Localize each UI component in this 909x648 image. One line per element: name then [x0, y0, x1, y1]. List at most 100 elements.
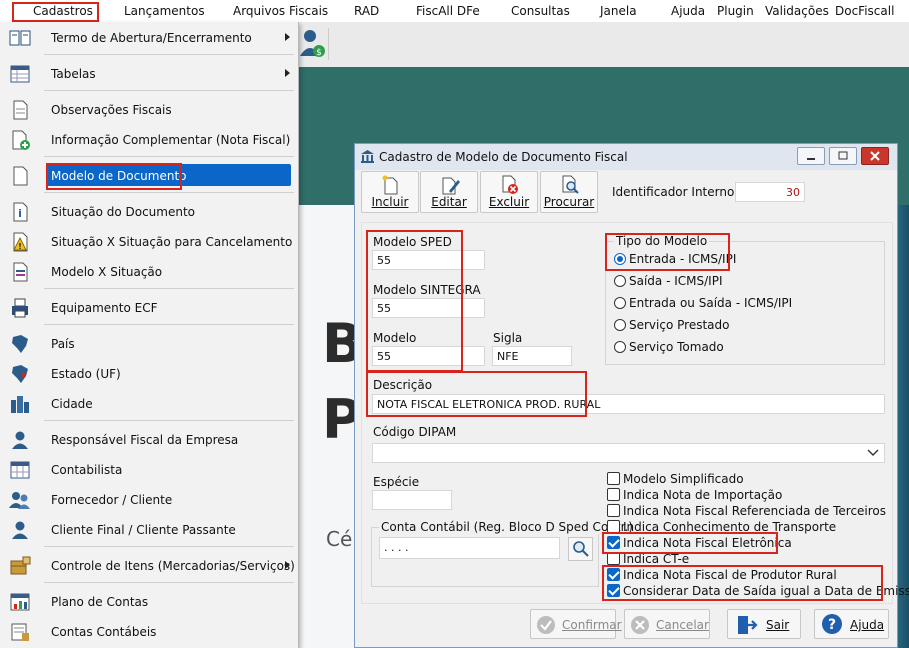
annotation-box-produtor-rural [602, 565, 883, 601]
toolbar-button-user[interactable]: $ [298, 28, 329, 60]
menu-item-contas-contabeis[interactable]: Contas Contábeis [0, 618, 298, 646]
sair-label: Sair [766, 618, 790, 632]
dipam-label: Código DIPAM [373, 425, 457, 439]
menu-item-label: Fornecedor / Cliente [51, 493, 173, 507]
identificador-input[interactable]: 30 [735, 182, 805, 202]
menu-item-estado[interactable]: Estado (UF) [0, 360, 298, 388]
menu-docfiscall[interactable]: DocFiscall [835, 4, 894, 18]
menu-fiscall-dfe[interactable]: FiscAll DFe [416, 4, 480, 18]
menu-item-termo-abertura[interactable]: Termo de Abertura/Encerramento [0, 24, 298, 52]
spreadsheet-icon [10, 461, 30, 479]
menu-item-situacao-cancelamento[interactable]: ! Situação X Situação para Cancelamento [0, 228, 298, 256]
cancelar-button[interactable]: Cancelar [624, 609, 710, 639]
menu-item-label: Situação X Situação para Cancelamento [51, 235, 293, 249]
checkbox[interactable] [607, 488, 620, 501]
cancel-circle-icon [631, 616, 649, 634]
document-icon [13, 100, 28, 120]
box-icon [10, 556, 31, 575]
city-icon [11, 396, 29, 413]
menu-item-label: Contabilista [51, 463, 123, 477]
minimize-button[interactable] [797, 147, 825, 165]
checkbox[interactable] [607, 504, 620, 517]
menu-item-informacao-complementar[interactable]: Informação Complementar (Nota Fiscal) [0, 126, 298, 154]
chevron-down-icon[interactable] [867, 449, 879, 457]
menu-item-label: Cliente Final / Cliente Passante [51, 523, 236, 537]
sair-button[interactable]: Sair [727, 609, 801, 639]
confirmar-label: Confirmar [562, 618, 622, 632]
procurar-label: Procurar [543, 195, 595, 209]
menu-item-situacao-documento[interactable]: i Situação do Documento [0, 198, 298, 226]
document-list-icon [13, 262, 28, 282]
submenu-arrow-icon [285, 69, 290, 77]
menu-item-modelo-x-situacao[interactable]: Modelo X Situação [0, 258, 298, 286]
svg-text:!: ! [18, 242, 22, 251]
confirmar-button[interactable]: Confirmar [530, 609, 622, 639]
incluir-label: Incluir [371, 195, 409, 209]
menubar: Cadastros Lançamentos Arquivos Fiscais R… [0, 0, 909, 22]
dipam-select[interactable] [372, 443, 885, 463]
dialog-titlebar[interactable]: Cadastro de Modelo de Documento Fiscal [355, 144, 897, 170]
annotation-box-modelos [366, 230, 463, 372]
procurar-button[interactable]: Procurar [540, 171, 598, 213]
radio-saida[interactable] [614, 275, 626, 287]
menu-plugin[interactable]: Plugin [717, 4, 754, 18]
menu-rad[interactable]: RAD [354, 4, 379, 18]
submenu-arrow-icon [285, 561, 290, 569]
conta-contabil-input[interactable]: . . . . [379, 537, 560, 559]
menu-validacoes[interactable]: Validações [765, 4, 829, 18]
document-add-icon [12, 130, 30, 150]
radio-servico-tomado[interactable] [614, 341, 626, 353]
search-document-icon [562, 175, 579, 194]
menu-lancamentos[interactable]: Lançamentos [124, 4, 205, 18]
menu-item-label: Controle de Itens (Mercadorias/Serviços) [51, 559, 295, 573]
excluir-button[interactable]: Excluir [480, 171, 538, 213]
menu-item-contabilista[interactable]: Contabilista [0, 456, 298, 484]
menu-item-cliente-final[interactable]: Cliente Final / Cliente Passante [0, 516, 298, 544]
menu-separator [44, 192, 294, 193]
radio-label: Serviço Tomado [629, 340, 724, 354]
menu-item-observacoes-fiscais[interactable]: Observações Fiscais [0, 96, 298, 124]
menu-consultas[interactable]: Consultas [511, 4, 570, 18]
svg-text:$: $ [316, 48, 322, 58]
menu-item-label: Contas Contábeis [51, 625, 157, 639]
editar-button[interactable]: Editar [420, 171, 478, 213]
cadastros-dropdown-menu: Termo de Abertura/Encerramento Tabelas O… [0, 22, 299, 648]
especie-input[interactable] [372, 490, 452, 510]
radio-servico-prestado[interactable] [614, 319, 626, 331]
cancelar-label: Cancelar [656, 618, 709, 632]
banner-text-fragment: Cé [326, 527, 353, 551]
menu-item-controle-itens[interactable]: Controle de Itens (Mercadorias/Serviços) [0, 552, 298, 580]
delete-document-icon [502, 175, 518, 194]
map-icon [12, 335, 28, 353]
sigla-input[interactable]: NFE [492, 346, 572, 366]
menu-item-label: Tabelas [51, 67, 96, 81]
menu-item-plano-contas[interactable]: Plano de Contas [0, 588, 298, 616]
menu-item-label: Cidade [51, 397, 93, 411]
menu-item-fornecedor-cliente[interactable]: Fornecedor / Cliente [0, 486, 298, 514]
menu-item-tabelas[interactable]: Tabelas [0, 60, 298, 88]
menu-item-responsavel-fiscal[interactable]: Responsável Fiscal da Empresa [0, 426, 298, 454]
chart-document-icon [10, 593, 30, 611]
conta-search-button[interactable] [568, 537, 593, 561]
incluir-button[interactable]: Incluir [361, 171, 419, 213]
menu-item-label: Termo de Abertura/Encerramento [51, 31, 252, 45]
checkbox[interactable] [607, 472, 620, 485]
close-button[interactable] [861, 147, 889, 165]
menu-item-label: Equipamento ECF [51, 301, 158, 315]
menu-item-cidade[interactable]: Cidade [0, 390, 298, 418]
menu-separator [44, 156, 294, 157]
menu-ajuda[interactable]: Ajuda [671, 4, 705, 18]
excluir-label: Excluir [488, 195, 530, 209]
menu-item-label: Estado (UF) [51, 367, 121, 381]
menu-arquivos-fiscais[interactable]: Arquivos Fiscais [233, 4, 328, 18]
radio-label: Entrada ou Saída - ICMS/IPI [629, 296, 793, 310]
maximize-button[interactable] [829, 147, 857, 165]
menu-item-pais[interactable]: País [0, 330, 298, 358]
ajuda-button[interactable]: ? Ajuda [814, 609, 889, 639]
dialog-title: Cadastro de Modelo de Documento Fiscal [379, 150, 628, 164]
annotation-box-cadastros [12, 2, 99, 22]
radio-entrada-saida[interactable] [614, 297, 626, 309]
menu-item-equipamento-ecf[interactable]: Equipamento ECF [0, 294, 298, 322]
menu-separator [44, 546, 294, 547]
menu-janela[interactable]: Janela [600, 4, 637, 18]
